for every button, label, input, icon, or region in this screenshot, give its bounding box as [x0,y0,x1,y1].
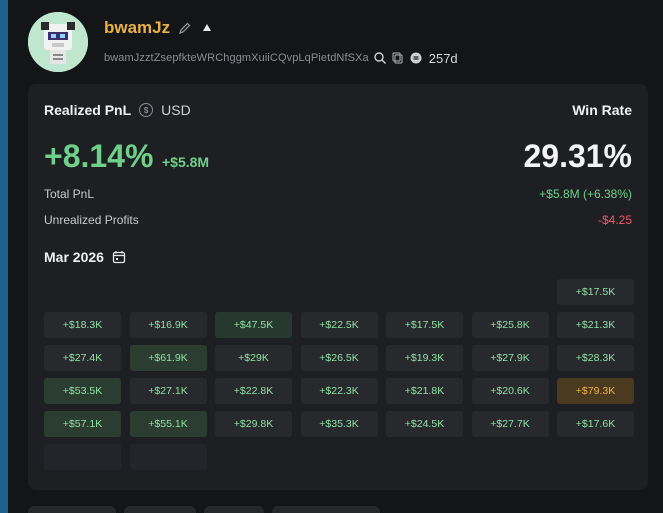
search-icon[interactable] [373,51,387,65]
calendar-day-cell[interactable]: +$20.6K [471,378,549,404]
calendar-day-cell[interactable]: +$26.5K [300,345,378,371]
tab[interactable] [28,506,116,513]
avatar[interactable] [28,12,88,72]
calendar-day-cell[interactable]: +$24.5K [386,411,463,437]
realized-pnl-amount: +$5.8M [162,154,210,170]
tab[interactable] [204,506,264,513]
calendar-day-empty [472,279,549,305]
calendar-day-cell[interactable]: +$17.5K [557,279,634,305]
calendar-day-cell[interactable]: +$55.1K [129,411,207,437]
calendar-day-cell[interactable]: +$19.3K [386,345,463,371]
wallet-age: 257d [428,50,458,66]
total-pnl-label: Total PnL [44,187,95,201]
calendar-day-cell[interactable]: +$27.9K [471,345,549,371]
calendar-day-cell[interactable] [44,444,121,470]
calendar-day-cell-highlight[interactable]: +$79.3K [557,378,634,404]
wallet-name: bwamJz [104,18,171,37]
profile-header: bwamJz bwamJzztZsepfkteWRChggmXuiiCQvpLq… [28,10,648,78]
calendar-day-cell[interactable]: +$27.7K [471,411,549,437]
pnl-card: Realized PnL $ USD Win Rate +8.14% +$5.8… [28,84,648,490]
calendar-day-cell[interactable]: +$25.8K [471,312,549,338]
pnl-calendar-grid: +$17.5K +$18.3K +$16.9K +$47.5K +$22.5K … [44,279,634,470]
copy-icon[interactable] [391,51,405,65]
total-pnl-value: +$5.8M (+6.38%) [539,187,632,201]
currency-label[interactable]: USD [161,102,191,118]
win-rate-value: 29.31% [523,138,632,174]
tab[interactable] [272,506,380,513]
calendar-day-cell[interactable]: +$22.3K [300,378,378,404]
calendar-day-cell[interactable]: +$17.5K [386,312,463,338]
calendar-day-empty [130,279,207,305]
user-icon[interactable] [200,21,214,35]
bottom-tabs [28,506,380,513]
calendar-month: Mar 2026 [44,249,104,265]
unrealized-profits-label: Unrealized Profits [44,213,139,227]
calendar-day-cell[interactable]: +$57.1K [44,411,121,437]
calendar-day-cell[interactable]: +$29K [215,345,292,371]
calendar-day-cell[interactable]: +$22.8K [215,378,292,404]
calendar-day-empty [301,279,378,305]
calendar-day-cell[interactable]: +$17.6K [557,411,634,437]
calendar-day-empty [44,279,121,305]
coin-icon [409,51,423,65]
currency-icon[interactable]: $ [139,103,154,117]
wallet-address: bwamJzztZsepfkteWRChggmXuiiCQvpLqPietdNf… [104,52,369,64]
calendar-day-cell[interactable]: +$27.4K [44,345,121,371]
calendar-day-cell[interactable]: +$22.5K [300,312,378,338]
unrealized-profits-value: -$4.25 [597,213,632,227]
edit-icon[interactable] [178,21,192,35]
left-edge-strip [0,0,8,513]
calendar-day-cell[interactable]: +$21.8K [386,378,463,404]
calendar-icon[interactable] [112,250,126,264]
calendar-day-cell[interactable] [129,444,207,470]
calendar-day-empty [215,279,292,305]
calendar-day-cell[interactable]: +$18.3K [44,312,121,338]
calendar-day-cell[interactable]: +$47.5K [215,312,292,338]
calendar-day-cell[interactable]: +$53.5K [44,378,121,404]
realized-pnl-percent: +8.14% [44,138,154,174]
calendar-day-cell[interactable]: +$35.3K [300,411,378,437]
calendar-day-empty [386,279,463,305]
calendar-day-cell[interactable]: +$61.9K [129,345,207,371]
win-rate-label: Win Rate [572,102,632,118]
calendar-day-cell[interactable]: +$28.3K [557,345,634,371]
realized-pnl-title: Realized PnL [44,102,132,118]
calendar-day-cell[interactable]: +$16.9K [129,312,207,338]
calendar-day-cell[interactable]: +$29.8K [215,411,292,437]
calendar-day-cell[interactable]: +$27.1K [129,378,207,404]
calendar-day-cell[interactable]: +$21.3K [557,312,634,338]
tab[interactable] [124,506,196,513]
